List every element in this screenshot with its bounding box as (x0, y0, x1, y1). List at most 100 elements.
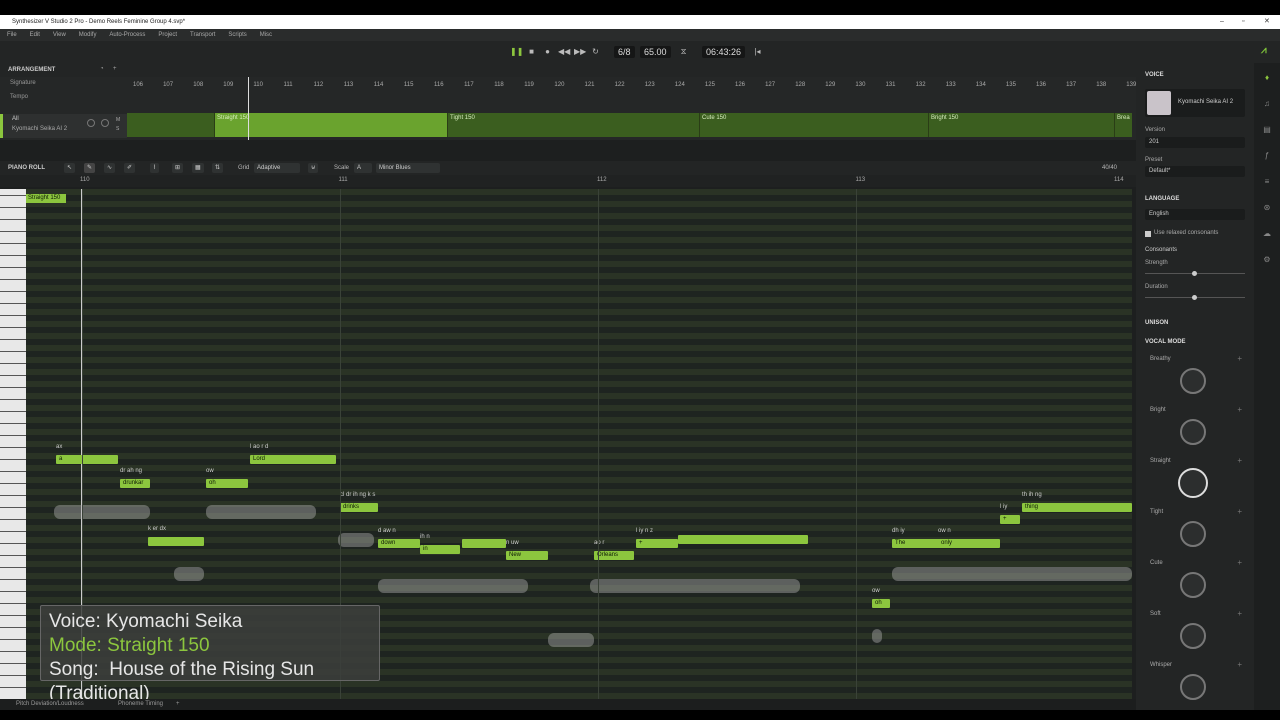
add-mode-icon[interactable]: + (1237, 354, 1242, 363)
menu-auto-process[interactable]: Auto-Process (109, 29, 145, 41)
menu-modify[interactable]: Modify (79, 29, 97, 41)
segment-bright[interactable]: Bright 150 (928, 113, 1114, 137)
menu-scripts[interactable]: Scripts (228, 29, 246, 41)
track-header[interactable]: All Kyomachi Seika AI 2 M S (0, 114, 127, 138)
phoneme-icon[interactable]: ⇅ (212, 163, 224, 173)
note-properties-icon[interactable]: ♫ (1262, 99, 1272, 109)
arrangement-lane[interactable]: Straight 150 Tight 150 Cute 150 Bright 1… (127, 113, 1132, 137)
knob-bright[interactable] (1180, 419, 1206, 445)
lyrics-icon[interactable]: ▦ (192, 163, 204, 173)
add-mode-icon[interactable]: + (1237, 660, 1242, 669)
metronome-icon[interactable]: ⧖ (678, 46, 689, 57)
menu-project[interactable]: Project (158, 29, 177, 41)
note[interactable]: down (378, 539, 420, 548)
close-icon[interactable]: ✕ (1264, 15, 1270, 29)
tempo-field[interactable]: 65.00 (640, 46, 671, 58)
ai-icon[interactable]: ⊛ (1262, 203, 1272, 213)
language-select[interactable]: English (1145, 209, 1245, 220)
settings-icon[interactable]: ⚙ (1262, 255, 1272, 265)
curve-tool-icon[interactable]: ∿ (104, 163, 116, 173)
voice-card[interactable]: Kyomachi Seika AI 2 (1145, 89, 1245, 117)
note-tool-icon[interactable]: ✎ (84, 163, 96, 173)
note[interactable]: in (420, 545, 460, 554)
segment-cute[interactable]: Cute 150 (699, 113, 928, 137)
add-mode-icon[interactable]: + (1237, 558, 1242, 567)
add-tab-icon[interactable]: + (176, 699, 180, 710)
version-select[interactable]: 201 (1145, 137, 1245, 148)
note[interactable] (678, 535, 808, 544)
menu-file[interactable]: File (7, 29, 17, 41)
note[interactable]: + (636, 539, 678, 548)
add-mode-icon[interactable]: + (1237, 456, 1242, 465)
note[interactable]: drinks (340, 503, 378, 512)
note[interactable]: + (1000, 515, 1020, 524)
track-solo-button[interactable]: S (116, 126, 119, 132)
knob-straight[interactable] (1178, 468, 1208, 498)
note[interactable] (148, 537, 204, 546)
knob-whisper[interactable] (1180, 674, 1206, 700)
menu-view[interactable]: View (53, 29, 66, 41)
maximize-icon[interactable]: ▫ (1242, 15, 1244, 29)
note[interactable]: thing (1022, 503, 1132, 512)
note[interactable]: Orleans (594, 551, 634, 560)
pitch-view-icon[interactable]: ⌇ (150, 163, 159, 173)
pen-tool-icon[interactable]: ✐ (124, 163, 136, 173)
add-mode-icon[interactable]: + (1237, 507, 1242, 516)
zoom-icon[interactable]: ◔ (100, 66, 104, 72)
add-mode-icon[interactable]: + (1237, 405, 1242, 414)
loop-icon[interactable]: ↻ (590, 46, 601, 57)
arrangement-playhead[interactable] (248, 77, 249, 140)
jump-start-icon[interactable]: |◂ (752, 46, 763, 57)
fast-forward-icon[interactable]: ▶▶ (574, 46, 586, 57)
note[interactable] (462, 539, 506, 548)
strength-slider[interactable] (1145, 271, 1245, 276)
note[interactable]: drunkar (120, 479, 150, 488)
track-volume-knob[interactable] (101, 119, 109, 127)
piano-keyboard[interactable] (0, 189, 26, 699)
tab-phoneme-timing[interactable]: Phoneme Timing (118, 699, 163, 710)
preset-select[interactable]: Default* (1145, 166, 1245, 177)
pause-icon[interactable]: ❚❚ (510, 46, 523, 57)
list-icon[interactable]: ≡ (1262, 177, 1272, 187)
knob-soft[interactable] (1180, 623, 1206, 649)
menu-transport[interactable]: Transport (190, 29, 215, 41)
document-icon[interactable]: ▤ (1262, 125, 1272, 135)
unison-section-title[interactable]: UNISON (1145, 320, 1168, 326)
tab-pitch-deviation[interactable]: Pitch Deviation/Loudness (16, 699, 84, 710)
note[interactable]: oh (872, 599, 890, 608)
knob-cute[interactable] (1180, 572, 1206, 598)
note[interactable]: New (506, 551, 548, 560)
knob-breathy[interactable] (1180, 368, 1206, 394)
menu-edit[interactable]: Edit (30, 29, 40, 41)
group-tag[interactable]: Straight 150 (26, 194, 66, 203)
stop-icon[interactable]: ■ (526, 46, 537, 57)
microphone-icon[interactable]: ♦ (1262, 73, 1272, 83)
add-mode-icon[interactable]: + (1237, 609, 1242, 618)
scale-type-select[interactable]: Minor Blues (376, 163, 440, 173)
note[interactable]: oh (206, 479, 248, 488)
segment-breathy[interactable]: Brea (1114, 113, 1132, 137)
snap-icon[interactable]: ⊞ (172, 163, 184, 173)
timecode-field[interactable]: 06:43:26 (702, 46, 746, 58)
menu-misc[interactable]: Misc (260, 29, 272, 41)
rewind-icon[interactable]: ◀◀ (558, 46, 570, 57)
note[interactable]: only (938, 539, 1000, 548)
grid-select[interactable]: Adaptive (254, 163, 300, 173)
track-mute-button[interactable]: M (116, 117, 120, 123)
duration-slider[interactable] (1145, 295, 1245, 300)
knob-tight[interactable] (1180, 521, 1206, 547)
select-tool-icon[interactable]: ↖ (64, 163, 76, 173)
record-icon[interactable]: ● (542, 46, 553, 57)
note[interactable]: The (892, 539, 942, 548)
relaxed-consonants-checkbox[interactable] (1145, 231, 1151, 237)
note[interactable]: Lord (250, 455, 336, 464)
piano-roll-ruler[interactable]: 110 111 112 113 114 (0, 175, 1136, 187)
cloud-icon[interactable]: ☁ (1262, 229, 1272, 239)
time-signature-field[interactable]: 6/8 (614, 46, 635, 58)
add-track-icon[interactable]: + (113, 66, 117, 72)
segment-tight[interactable]: Tight 150 (447, 113, 699, 137)
scale-key-select[interactable]: A (354, 163, 372, 173)
effects-icon[interactable]: ƒ (1262, 151, 1272, 161)
minimize-icon[interactable]: – (1220, 15, 1224, 29)
magnet-icon[interactable]: ⊍ (308, 163, 319, 173)
